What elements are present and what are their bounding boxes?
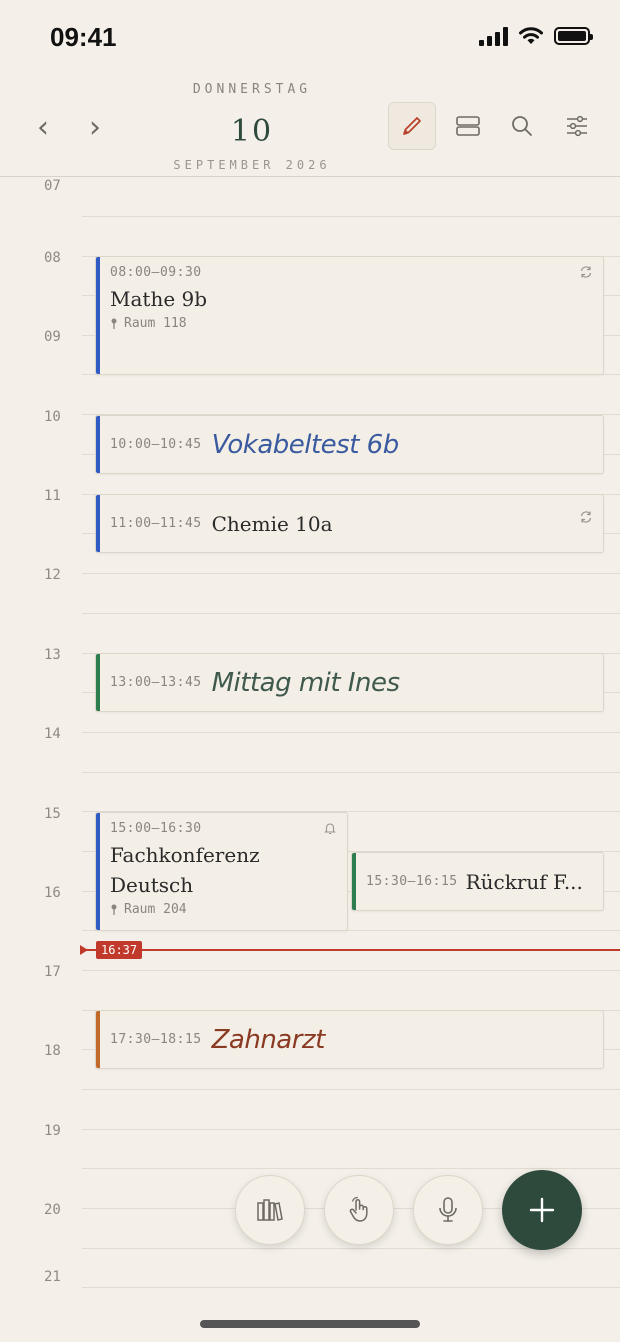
event-color-bar: [96, 1011, 100, 1068]
event-color-bar: [96, 813, 100, 930]
add-event-button[interactable]: [502, 1170, 582, 1250]
event-card[interactable]: 11:00–11:45 Chemie 10a: [95, 494, 604, 553]
event-color-bar: [96, 257, 100, 374]
half-hour-line: [82, 1089, 620, 1090]
half-hour-line: [82, 1168, 620, 1169]
hour-label: 20: [44, 1202, 61, 1218]
voice-input-button[interactable]: [413, 1175, 483, 1245]
half-hour-line: [82, 216, 620, 217]
hour-label: 18: [44, 1043, 61, 1059]
hour-label: 07: [44, 178, 61, 194]
books-icon: [257, 1199, 283, 1221]
hour-line: [82, 970, 620, 971]
event-title-handwritten: Mittag mit Ines: [211, 667, 400, 698]
event-card[interactable]: 08:00–09:30 Mathe 9b Raum 118: [95, 256, 604, 375]
hour-label: 09: [44, 329, 61, 345]
event-card[interactable]: 17:30–18:15 Zahnarzt: [95, 1010, 604, 1069]
hour-label: 12: [44, 567, 61, 583]
current-time-marker: [80, 945, 88, 955]
gesture-button[interactable]: [324, 1175, 394, 1245]
hour-label: 14: [44, 726, 61, 742]
event-time: 17:30–18:15: [110, 1032, 202, 1047]
hand-touch-icon: [349, 1196, 368, 1222]
event-title-handwritten: Zahnarzt: [211, 1024, 326, 1055]
event-color-bar: [96, 654, 100, 711]
bell-icon: [324, 823, 336, 835]
event-color-bar: [352, 853, 356, 910]
event-time: 13:00–13:45: [110, 675, 202, 690]
library-button[interactable]: [235, 1175, 305, 1245]
event-title: Rückruf F...: [465, 869, 583, 894]
event-time: 15:00–16:30: [110, 821, 202, 836]
current-time-line: [84, 949, 620, 951]
event-card[interactable]: 13:00–13:45 Mittag mit Ines: [95, 653, 604, 712]
event-card[interactable]: 10:00–10:45 Vokabeltest 6b: [95, 415, 604, 474]
hour-label: 11: [44, 488, 61, 504]
event-time: 11:00–11:45: [110, 516, 202, 531]
repeat-icon: [580, 266, 592, 278]
hour-label: 15: [44, 806, 61, 822]
event-time: 15:30–16:15: [366, 874, 458, 889]
event-location: Raum 118: [110, 316, 589, 331]
repeat-icon: [580, 511, 592, 523]
event-location: Raum 204: [110, 902, 333, 917]
hour-label: 19: [44, 1123, 61, 1139]
microphone-icon: [439, 1197, 457, 1222]
current-time-badge: 16:37: [96, 941, 143, 959]
hour-label: 16: [44, 885, 61, 901]
event-title-handwritten: Vokabeltest 6b: [211, 429, 400, 460]
half-hour-line: [82, 613, 620, 614]
hour-line: [82, 1129, 620, 1130]
pin-icon: [111, 318, 117, 329]
event-title: Chemie 10a: [211, 511, 333, 536]
hour-label: 10: [44, 409, 61, 425]
hour-label: 17: [44, 964, 61, 980]
event-color-bar: [96, 495, 100, 552]
event-location-text: Raum 118: [124, 316, 187, 331]
home-indicator[interactable]: [200, 1320, 420, 1328]
pin-icon: [111, 904, 117, 915]
hour-line: [82, 732, 620, 733]
event-color-bar: [96, 416, 100, 473]
day-timeline: 07 08 09 10 11 12 13 14 15 16 17 18 19 2…: [0, 0, 620, 1342]
event-card[interactable]: 15:30–16:15 Rückruf F...: [351, 852, 604, 911]
event-time: 10:00–10:45: [110, 437, 202, 452]
hour-label: 08: [44, 250, 61, 266]
hour-label: 13: [44, 647, 61, 663]
event-card[interactable]: 15:00–16:30 Fachkonferenz Deutsch Raum 2…: [95, 812, 348, 931]
hour-label: 21: [44, 1269, 61, 1285]
hour-line: [82, 573, 620, 574]
event-title: Mathe 9b: [110, 287, 208, 311]
half-hour-line: [82, 772, 620, 773]
event-title: Fachkonferenz Deutsch: [110, 843, 260, 897]
plus-icon: [529, 1197, 555, 1223]
hour-line: [82, 1287, 620, 1288]
event-time: 08:00–09:30: [110, 265, 202, 280]
event-location-text: Raum 204: [124, 902, 187, 917]
